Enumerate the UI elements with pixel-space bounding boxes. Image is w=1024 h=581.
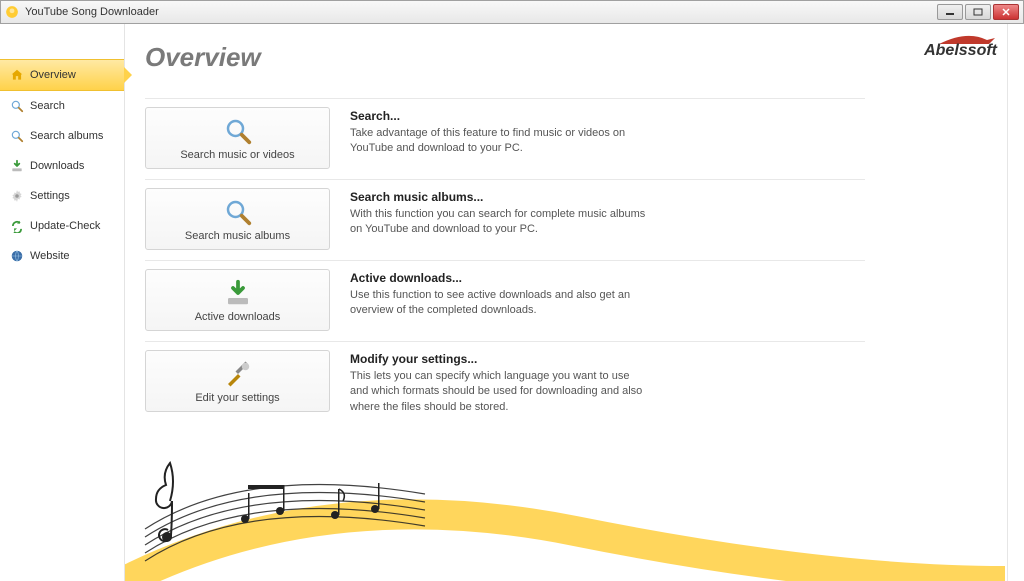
sidebar-item-settings[interactable]: Settings <box>0 181 124 211</box>
active-downloads-button[interactable]: Active downloads <box>145 269 330 331</box>
card-title: Active downloads... <box>350 271 865 285</box>
download-icon <box>223 278 253 308</box>
home-icon <box>10 68 24 82</box>
minimize-button[interactable] <box>937 4 963 20</box>
card-search-albums: Search music albums Search music albums.… <box>145 179 865 250</box>
sidebar-item-overview[interactable]: Overview <box>0 59 124 91</box>
card-active-downloads: Active downloads Active downloads... Use… <box>145 260 865 331</box>
card-button-label: Active downloads <box>195 311 281 323</box>
globe-icon <box>10 249 24 263</box>
sidebar: Overview Search Search albums Downloads … <box>0 24 125 581</box>
sidebar-item-label: Search albums <box>30 130 103 142</box>
card-title: Search... <box>350 109 865 123</box>
card-desc: This lets you can specify which language… <box>350 369 650 415</box>
search-icon <box>223 197 253 227</box>
sidebar-item-search[interactable]: Search <box>0 91 124 121</box>
sidebar-item-label: Downloads <box>30 160 84 172</box>
window-title: YouTube Song Downloader <box>25 6 937 18</box>
sidebar-item-search-albums[interactable]: Search albums <box>0 121 124 151</box>
sidebar-item-label: Overview <box>30 69 76 81</box>
sidebar-item-downloads[interactable]: Downloads <box>0 151 124 181</box>
card-button-label: Edit your settings <box>195 392 279 404</box>
card-desc: Take advantage of this feature to find m… <box>350 126 650 157</box>
card-button-label: Search music albums <box>185 230 290 242</box>
search-icon <box>223 116 253 146</box>
app-logo-icon <box>5 5 19 19</box>
maximize-button[interactable] <box>965 4 991 20</box>
download-icon <box>10 159 24 173</box>
page-title: Overview <box>145 42 987 73</box>
sidebar-item-label: Settings <box>30 190 70 202</box>
brand-logo: Abelssoft <box>924 32 997 60</box>
card-desc: Use this function to see active download… <box>350 288 650 319</box>
card-title: Search music albums... <box>350 190 865 204</box>
search-icon <box>10 99 24 113</box>
sidebar-item-label: Update-Check <box>30 220 100 232</box>
titlebar: YouTube Song Downloader <box>0 0 1024 24</box>
search-music-button[interactable]: Search music or videos <box>145 107 330 169</box>
search-icon <box>10 129 24 143</box>
sidebar-item-label: Website <box>30 250 70 262</box>
search-albums-button[interactable]: Search music albums <box>145 188 330 250</box>
music-notes-decoration <box>125 441 1007 581</box>
close-button[interactable] <box>993 4 1019 20</box>
refresh-icon <box>10 219 24 233</box>
sidebar-item-website[interactable]: Website <box>0 241 124 271</box>
sidebar-item-label: Search <box>30 100 65 112</box>
edit-settings-button[interactable]: Edit your settings <box>145 350 330 412</box>
tools-icon <box>223 359 253 389</box>
card-settings: Edit your settings Modify your settings.… <box>145 341 865 415</box>
card-button-label: Search music or videos <box>180 149 294 161</box>
card-title: Modify your settings... <box>350 352 865 366</box>
card-search: Search music or videos Search... Take ad… <box>145 98 865 169</box>
gear-icon <box>10 189 24 203</box>
brand-name: Abelssoft <box>924 42 997 60</box>
sidebar-item-update-check[interactable]: Update-Check <box>0 211 124 241</box>
main-content: Abelssoft Overview Search music or video… <box>125 24 1008 581</box>
card-desc: With this function you can search for co… <box>350 207 650 238</box>
